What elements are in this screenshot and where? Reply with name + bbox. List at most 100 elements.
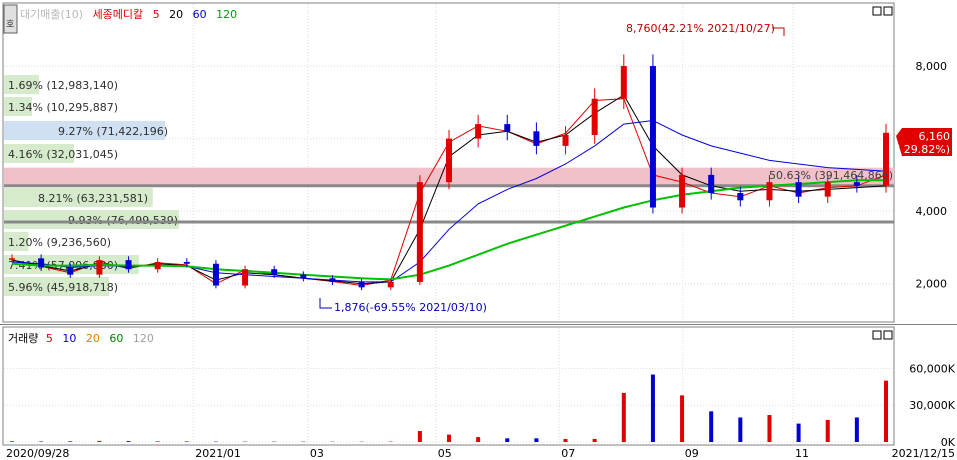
price-legend: 대기매출(10) 세종메디칼 5 20 60 120 — [20, 8, 237, 21]
volume-tick-label: 60,000K — [909, 362, 955, 375]
candle-body — [300, 274, 307, 279]
high-annotation: 8,760(42.21% 2021/10/27) — [626, 22, 775, 35]
volume-bar — [796, 423, 801, 442]
volume-profile-label: 4.16% (32,031,045) — [8, 148, 118, 161]
volume-bar-layer — [10, 374, 888, 442]
legend-ma60: 60 — [193, 8, 207, 21]
low-annotation: 1,876(-69.55% 2021/03/10) — [334, 301, 487, 314]
date-tick-label: 2020/09/28 — [6, 447, 69, 460]
volume-bar — [563, 438, 568, 442]
volume-bar — [97, 440, 102, 442]
volume-legend-ma5: 5 — [46, 332, 53, 345]
candle-body — [9, 258, 15, 260]
volume-panel-close-icon[interactable] — [883, 330, 893, 340]
candle-body — [533, 131, 540, 146]
candle-body — [183, 261, 190, 264]
volume-bar — [884, 380, 888, 442]
candle-body — [271, 269, 278, 275]
volume-bar — [126, 441, 131, 442]
date-tick-label: 05 — [438, 447, 452, 460]
volume-legend-ma10: 10 — [62, 332, 76, 345]
candle-body — [329, 278, 336, 282]
volume-legend-name: 거래량 — [8, 332, 38, 345]
price-tick-label: 4,000 — [916, 205, 948, 218]
candle-body — [475, 124, 482, 139]
candle-body — [67, 267, 74, 275]
last-price-change: ( 29.82%) — [896, 143, 950, 156]
volume-bar — [825, 419, 830, 442]
candle-body — [212, 263, 219, 286]
candle-body — [358, 281, 365, 288]
volume-legend-ma60: 60 — [109, 332, 123, 345]
volume-bar — [505, 438, 510, 442]
date-tick-label: 11 — [795, 447, 809, 460]
price-panel-background — [0, 0, 957, 322]
volume-panel-maximize-icon[interactable] — [872, 330, 882, 340]
date-tick-label: 07 — [561, 447, 575, 460]
volume-profile-label: 1.69% (12,983,140) — [8, 79, 118, 92]
volume-profile-label: 9.93% (76,499,539) — [68, 214, 178, 227]
volume-profile-label: 8.21% (63,231,581) — [38, 192, 148, 205]
volume-panel-controls — [872, 330, 893, 340]
price-panel-close-icon[interactable] — [883, 6, 893, 16]
candle-body — [125, 260, 132, 270]
candle-body — [620, 66, 627, 99]
chart-canvas: 1.69% (12,983,140) 1.34% (10,295,887) 9.27… — [0, 0, 957, 460]
legend-prefix: 대기매출(10) — [20, 8, 83, 21]
volume-bar — [650, 374, 655, 442]
volume-bar — [592, 438, 597, 442]
volume-bar — [534, 438, 539, 442]
candle-body — [679, 174, 686, 208]
volume-bar — [155, 441, 160, 442]
volume-profile-label: 5.96% (45,918,718) — [8, 281, 118, 294]
candle-body — [562, 134, 569, 146]
volume-bar — [10, 441, 14, 442]
candle-body — [591, 98, 598, 135]
volume-bar — [447, 434, 451, 442]
candle-body — [154, 261, 161, 270]
volume-bar — [767, 415, 772, 442]
band-annotation: 50.63% (391,464,866) — [769, 169, 893, 182]
candle-body — [795, 182, 802, 197]
date-tick-label: 03 — [310, 447, 324, 460]
volume-bar — [417, 430, 422, 442]
volume-bar — [738, 417, 743, 442]
legend-ma120: 120 — [216, 8, 237, 21]
candle-body — [853, 182, 860, 186]
volume-tick-label: 30,000K — [909, 399, 955, 412]
volume-bar — [476, 437, 481, 442]
last-price-value: 6,160 — [919, 130, 951, 143]
volume-legend-ma120: 120 — [133, 332, 154, 345]
volume-bar — [854, 417, 859, 442]
chart-menu-icon-glyph: 호 — [6, 19, 14, 30]
date-tick-label: 2021/01 — [195, 447, 241, 460]
candle-body — [242, 269, 249, 286]
price-tick-label: 8,000 — [916, 60, 948, 73]
candle-body — [504, 124, 511, 132]
volume-legend: 거래량 5 10 20 60 120 — [8, 332, 154, 345]
volume-profile-label: 9.27% (71,422,196) — [58, 125, 168, 138]
volume-bar — [709, 411, 714, 442]
candle-body — [446, 138, 452, 183]
volume-profile-label: 1.34% (10,295,887) — [8, 101, 118, 114]
candle-body — [416, 182, 423, 282]
volume-bar — [621, 392, 626, 442]
candle-body — [766, 182, 773, 201]
volume-profile-label: 1.20% (9,236,560) — [8, 236, 111, 249]
candle-body — [649, 66, 656, 208]
candle-body — [387, 281, 394, 288]
volume-legend-ma20: 20 — [86, 332, 100, 345]
candle-body — [737, 193, 744, 201]
price-panel-maximize-icon[interactable] — [872, 6, 882, 16]
date-tick-label: 2021/12/15 — [892, 447, 955, 460]
candle-body — [708, 174, 715, 194]
legend-ma5: 5 — [153, 8, 160, 21]
candle-body — [38, 258, 45, 268]
candle-body — [96, 260, 103, 275]
volume-bar — [680, 395, 685, 442]
volume-bar — [68, 441, 73, 442]
legend-stock-name: 세종메디칼 — [93, 8, 144, 21]
stock-chart-window: 1.69% (12,983,140) 1.34% (10,295,887) 9.27… — [0, 0, 957, 460]
candle-body — [824, 182, 831, 197]
price-tick-label: 2,000 — [916, 278, 948, 291]
